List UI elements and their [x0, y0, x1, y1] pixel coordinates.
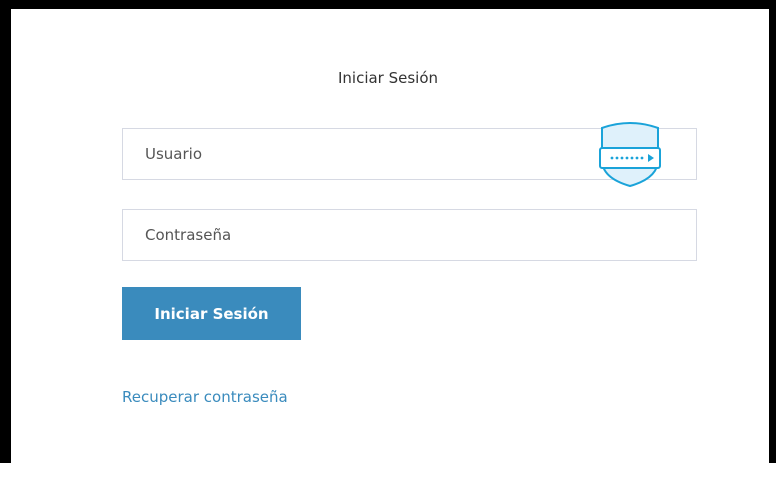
- password-input[interactable]: [123, 210, 696, 260]
- password-field[interactable]: [122, 209, 697, 261]
- login-button[interactable]: Iniciar Sesión: [122, 287, 301, 340]
- shield-key-icon[interactable]: [598, 120, 662, 188]
- page-title: Iniciar Sesión: [337, 69, 439, 87]
- bottom-bar: [0, 463, 776, 492]
- recover-password-link[interactable]: Recuperar contraseña: [122, 388, 288, 406]
